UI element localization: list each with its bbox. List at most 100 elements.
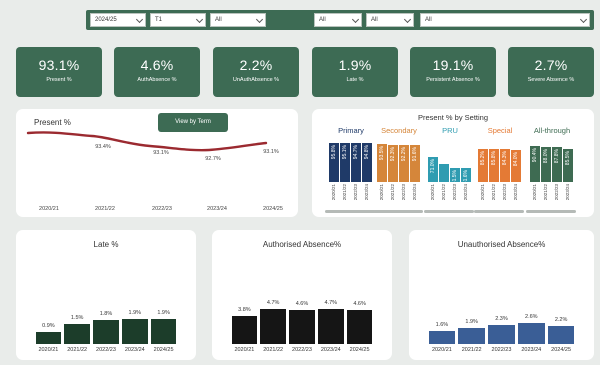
trend-point-label: 92.7% — [205, 156, 221, 162]
setting-year-label: 2020/21 — [331, 184, 336, 201]
setting-group-name: Special — [487, 126, 513, 135]
trend-x-label: 2021/22 — [95, 206, 115, 212]
kpi-value: 93.1% — [38, 57, 80, 73]
trend-point-label: 93.4% — [95, 144, 111, 150]
auth-bar — [231, 315, 258, 344]
auth-value-label: 4.6% — [353, 300, 366, 307]
unauth-value-label: 1.9% — [465, 319, 478, 326]
kpi-label: Present % — [46, 77, 72, 83]
setting-bar-label: 94.8% — [364, 145, 370, 160]
setting-bar-label: 90.4% — [532, 147, 538, 162]
auth-year-label: 2024/25 — [349, 347, 370, 353]
setting-year-label: 2020/21 — [379, 184, 384, 201]
kpi-auth-absence: 4.6% AuthAbsence % — [114, 47, 200, 97]
setting-year-label: 2022/23 — [554, 184, 559, 201]
chevron-down-icon — [403, 15, 412, 24]
late-value-label: 0.9% — [42, 323, 55, 329]
setting-bar-label: 84.3% — [502, 151, 508, 166]
setting-group-name: PRU — [442, 126, 458, 135]
late-bar — [64, 324, 91, 344]
late-value-label: 1.8% — [99, 311, 113, 317]
setting-year-label: 2023/24 — [513, 184, 518, 201]
chevron-down-icon — [135, 15, 144, 24]
setting-bar-label: 85.8% — [491, 150, 497, 165]
kpi-late: 1.9% Late % — [312, 47, 398, 97]
setting-year-label: 2023/24 — [565, 184, 570, 201]
trend-x-label: 2022/23 — [152, 206, 172, 212]
unauth-value-label: 1.6% — [435, 321, 449, 328]
unauth-title: Unauthorised Absence% — [457, 240, 546, 249]
auth-bar — [346, 309, 373, 344]
filter-dropdown[interactable]: All — [314, 13, 362, 27]
setting-bar-label: 87.8% — [554, 149, 560, 164]
unauth-bar — [547, 325, 575, 344]
setting-scrollbar[interactable] — [526, 210, 576, 213]
filter-dropdown[interactable]: 2024/25 — [90, 13, 146, 27]
setting-year-label: 2023/24 — [463, 184, 468, 201]
kpi-unauth-absence: 2.2% UnAuthAbsence % — [213, 47, 299, 97]
trend-x-label: 2023/24 — [207, 206, 227, 212]
setting-year-label: 2020/21 — [532, 184, 537, 201]
trend-point-label: 93.1% — [153, 150, 169, 156]
filter-bar: 2024/25 T1 All All All All — [86, 10, 594, 30]
setting-scrollbar[interactable] — [474, 210, 524, 213]
setting-bar — [439, 164, 449, 182]
filter-value: All — [425, 17, 432, 23]
setting-year-label: 2022/23 — [401, 184, 406, 201]
setting-year-label: 2023/24 — [412, 184, 417, 201]
setting-year-label: 2022/23 — [502, 184, 507, 201]
late-bar — [121, 318, 148, 344]
filter-value: 2024/25 — [95, 17, 117, 23]
chevron-down-icon — [195, 15, 204, 24]
late-title: Late % — [93, 240, 119, 249]
setting-bar-label: 95.8% — [331, 144, 337, 159]
setting-bar-label: 94.7% — [353, 145, 359, 160]
setting-year-label: 2022/23 — [452, 184, 457, 201]
setting-year-label: 2020/21 — [480, 184, 485, 201]
late-value-label: 1.9% — [128, 309, 142, 316]
filter-dropdown[interactable]: T1 — [150, 13, 206, 27]
setting-bar-label: 88.0% — [543, 149, 549, 164]
setting-bar-label: 85.5% — [565, 150, 571, 165]
setting-year-label: 2023/24 — [364, 184, 369, 201]
present-trend-chart — [26, 131, 268, 152]
filter-value: All — [215, 17, 222, 23]
setting-bar-label: 95.1% — [342, 144, 348, 160]
auth-value-label: 4.7% — [266, 299, 280, 306]
trend-x-label: 2024/25 — [263, 206, 283, 212]
auth-bar — [289, 309, 315, 344]
filter-dropdown[interactable]: All — [420, 13, 590, 27]
setting-scrollbar[interactable] — [373, 210, 423, 213]
unauth-value-label: 2.2% — [554, 316, 568, 323]
late-value-label: 1.9% — [157, 309, 170, 316]
chevron-down-icon — [351, 15, 360, 24]
kpi-value: 1.9% — [338, 57, 372, 73]
setting-year-label: 2021/22 — [390, 184, 395, 201]
late-bar — [150, 318, 177, 344]
unauth-bar — [428, 330, 456, 344]
filter-dropdown[interactable]: All — [210, 13, 266, 27]
setting-scrollbar[interactable] — [424, 210, 474, 213]
setting-bar-label: 93.5% — [379, 145, 385, 161]
kpi-severe-absence: 2.7% Severe Absence % — [508, 47, 594, 97]
setting-bar-label: 92.2% — [401, 146, 407, 161]
filter-dropdown[interactable]: All — [366, 13, 414, 27]
chevron-down-icon — [579, 15, 588, 24]
setting-scrollbar[interactable] — [325, 210, 375, 213]
kpi-value: 2.2% — [239, 57, 273, 73]
late-bar — [35, 332, 62, 344]
view-by-term-button[interactable]: View by Term — [158, 113, 228, 132]
auth-bar — [317, 308, 344, 344]
auth-value-label: 4.6% — [295, 300, 309, 307]
setting-year-label: 2021/22 — [441, 184, 446, 201]
setting-year-label: 2021/22 — [491, 184, 496, 201]
setting-year-label: 2021/22 — [543, 184, 548, 201]
unauth-value-label: 2.3% — [495, 316, 508, 323]
kpi-value: 19.1% — [432, 57, 474, 73]
trend-point-label: 93.1% — [263, 149, 279, 155]
filter-value: All — [319, 17, 326, 23]
kpi-label: Persistent Absence % — [426, 77, 480, 83]
setting-year-label: 2021/22 — [342, 184, 347, 201]
kpi-label: Severe Absence % — [527, 77, 575, 83]
auth-value-label: 4.7% — [324, 299, 338, 306]
